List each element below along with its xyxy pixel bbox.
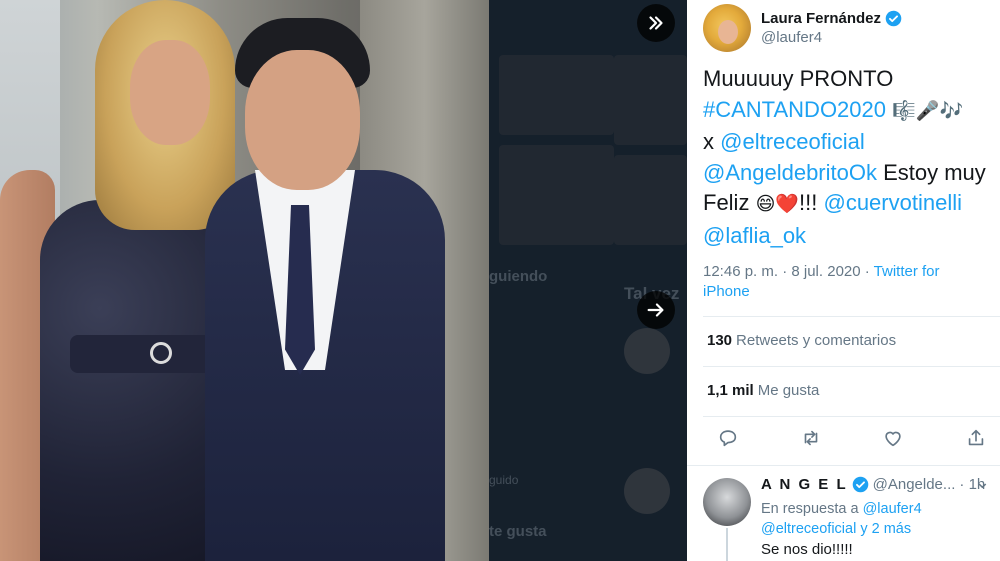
ghost-user-text: guido [489,473,519,487]
retweets-stat[interactable]: 130 Retweets y comentarios [707,332,896,349]
media-viewer: guiendo Tal vez guido te gusta Laura Fer… [0,0,1000,561]
verified-badge-icon [885,10,902,27]
verified-badge-icon [852,476,869,493]
arrow-right-icon [647,303,664,317]
replying-to-more[interactable]: y 2 más [856,521,911,537]
ghost-follow-text: guiendo [489,268,548,285]
hashtag-link[interactable]: #CANTANDO2020 [703,97,886,122]
tweet-header: Laura Fernández @laufer4 [703,4,902,52]
retweets-label: Retweets y comentarios [736,332,897,349]
avatar[interactable] [703,4,751,52]
mention-eltreceoficial[interactable]: @eltreceoficial [720,129,865,154]
reply-author-name[interactable]: A N G E L [761,476,848,493]
author-handle[interactable]: @laufer4 [761,29,902,46]
tweet-text-line1: Muuuuuy PRONTO [703,66,894,91]
divider [703,316,1000,317]
retweet-icon[interactable] [800,427,822,449]
tweet-text: Muuuuuy PRONTO #CANTANDO2020 🎼🎤🎶 x @eltr… [703,64,998,251]
divider [703,416,1000,417]
tweet-timestamp[interactable]: 12:46 p. m. · 8 jul. 2020 · [703,263,874,280]
collapse-panel-button[interactable] [637,4,675,42]
reply-text: Se nos dio!!!!! [761,541,853,558]
divider [703,366,1000,367]
likes-stat[interactable]: 1,1 mil Me gusta [707,382,819,399]
thread-line [726,528,728,561]
heart-icon[interactable] [882,427,904,449]
mention-angeldebritook[interactable]: @AngeldebritoOk [703,160,877,185]
replying-to-eltreceoficial[interactable]: @eltreceoficial [761,521,856,537]
dimmed-background: guiendo Tal vez guido te gusta [489,0,687,561]
reply-tweet[interactable]: A N G E L @Angelde... · 1h ⌄ En respuest… [687,465,1000,561]
happy-heart-emoji: 😄❤️ [755,194,800,215]
avatar[interactable] [703,478,751,526]
likes-label: Me gusta [757,382,820,399]
ghost-like-text: te gusta [489,523,547,540]
mention-cuervotinelli[interactable]: @cuervotinelli [823,190,962,215]
replying-to-laufer4[interactable]: @laufer4 [863,501,922,517]
replying-to: En respuesta a @laufer4 @eltreceoficial … [761,501,922,537]
tweet-text-bang: !!! [799,190,824,215]
author-name[interactable]: Laura Fernández [761,10,881,27]
chevrons-right-icon [649,16,663,30]
reply-author-handle[interactable]: @Angelde... [873,476,956,493]
comment-icon[interactable] [717,427,739,449]
tweet-actions [717,427,987,449]
likes-count: 1,1 mil [707,382,754,399]
next-image-button[interactable] [637,291,675,329]
tweet-panel: Laura Fernández @laufer4 Muuuuuy PRONTO … [687,0,1000,561]
music-emoji: 🎼🎤🎶 [892,100,964,122]
tweet-photo[interactable] [0,0,489,561]
tweet-meta: 12:46 p. m. · 8 jul. 2020 · Twitter for … [703,262,988,302]
more-chevron-icon[interactable]: ⌄ [975,472,990,493]
retweets-count: 130 [707,332,733,349]
mention-laflia-ok[interactable]: @laflia_ok [703,223,806,248]
x-prefix: x [703,129,721,154]
share-icon[interactable] [965,427,987,449]
